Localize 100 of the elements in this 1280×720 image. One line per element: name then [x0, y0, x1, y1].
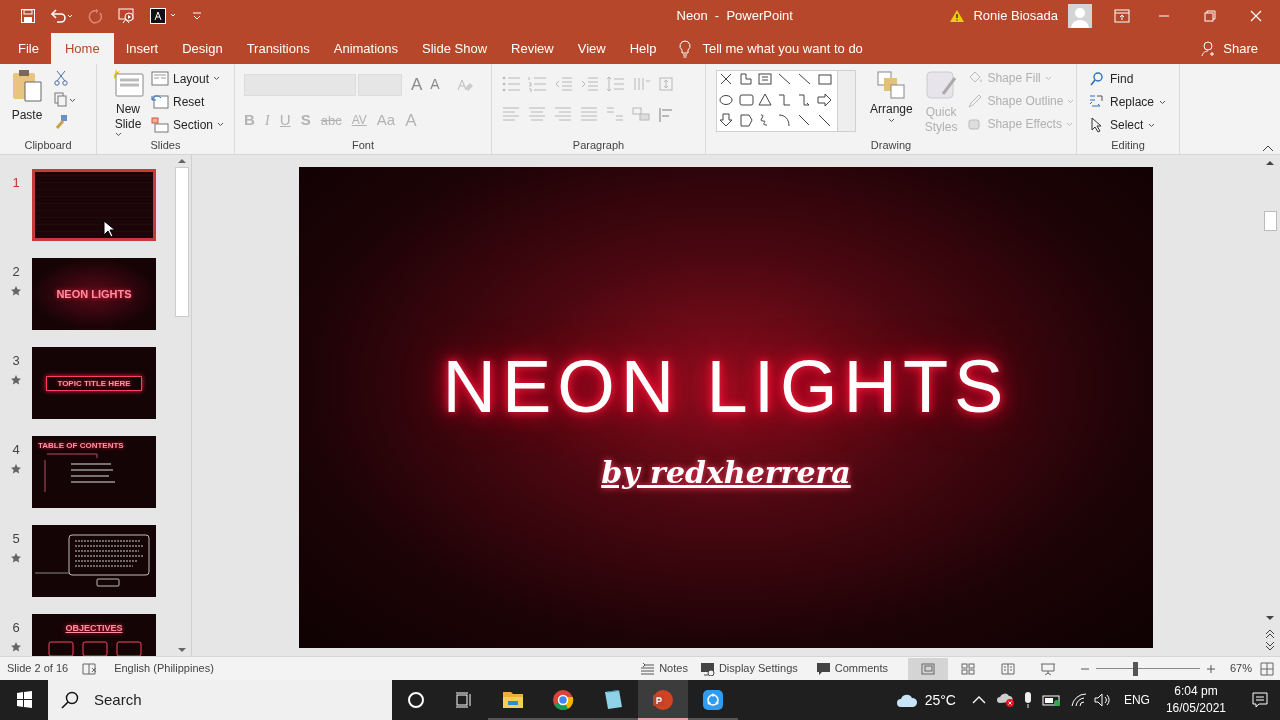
customize-icon[interactable]: [192, 11, 202, 21]
slide-number: 3: [12, 352, 20, 370]
ribbon-tab[interactable]: File: [6, 33, 51, 64]
paste-button[interactable]: Paste: [0, 68, 44, 124]
slider-thumb[interactable]: [1133, 661, 1139, 676]
ribbon-tab[interactable]: Help: [617, 33, 669, 64]
copy-icon[interactable]: [54, 92, 76, 108]
notes-button[interactable]: Notes: [640, 660, 688, 677]
caret-icon: [1159, 99, 1167, 105]
caret-icon: [217, 122, 225, 127]
slide-thumbnail[interactable]: [32, 169, 156, 241]
caret-icon: [1044, 75, 1052, 81]
language-indicator[interactable]: English (Philippines): [114, 660, 214, 677]
user-name[interactable]: Ronie Biosada: [973, 6, 1058, 26]
speaker-icon[interactable]: [1093, 693, 1112, 707]
format-painter-icon[interactable]: [54, 114, 68, 130]
ribbon-tab[interactable]: Review: [499, 33, 566, 64]
tell-me-search[interactable]: Tell me what you want to do: [702, 38, 863, 59]
editing-command[interactable]: Select: [1089, 116, 1167, 134]
caret-icon: [887, 118, 895, 123]
ribbon-tab[interactable]: Insert: [113, 33, 171, 64]
scroll-thumb[interactable]: [1263, 211, 1277, 231]
ribbon-tab[interactable]: Slide Show: [410, 33, 500, 64]
group-label: Paragraph: [572, 137, 625, 153]
ribbon-tab[interactable]: Design: [170, 33, 235, 64]
editing-command[interactable]: Find: [1089, 70, 1167, 88]
clock-time[interactable]: 6:04 pm: [1174, 683, 1218, 700]
paste-label: Paste: [11, 107, 43, 124]
comment-icon: [815, 661, 831, 676]
display-settings-button[interactable]: Display Settings: [699, 660, 798, 677]
group-label: Font: [352, 137, 374, 153]
notes-icon: [640, 661, 656, 676]
ribbon-tab[interactable]: Animations: [321, 33, 411, 64]
slide-icon: [112, 68, 144, 98]
zoom-level[interactable]: 67%: [1229, 660, 1252, 677]
cut-icon[interactable]: [54, 70, 68, 86]
slide-thumbnail[interactable]: TABLE OF CONTENTS: [32, 436, 156, 508]
zoom-slider[interactable]: [1095, 661, 1200, 676]
undo-icon[interactable]: [50, 8, 74, 24]
clock-date[interactable]: 16/05/2021: [1165, 700, 1226, 717]
spelling-icon[interactable]: [82, 661, 99, 676]
lightbulb-icon[interactable]: [678, 39, 693, 58]
slide-thumbnail[interactable]: TOPIC TITLE HERE: [32, 347, 156, 419]
collapse-ribbon-icon[interactable]: [1262, 144, 1274, 152]
shapes-gallery[interactable]: [716, 70, 856, 132]
monitor-icon: [699, 661, 715, 676]
caret-icon: [1067, 98, 1075, 104]
group-label: Slides: [150, 138, 181, 154]
font-color-icon[interactable]: [150, 8, 178, 24]
slide-thumbnail[interactable]: NEON LIGHTS: [32, 258, 156, 330]
search-icon: [60, 690, 80, 710]
slide-title: NEON LIGHTS: [442, 343, 1010, 430]
arrange-button[interactable]: Arrange: [870, 70, 913, 123]
next-slide-icon[interactable]: [1263, 640, 1277, 652]
thumbnail-title: TABLE OF CONTENTS: [38, 440, 124, 452]
new-slide-button[interactable]: New Slide: [97, 68, 149, 137]
battery-icon[interactable]: [1041, 693, 1062, 707]
slide-number: 4: [12, 441, 20, 459]
view-button[interactable]: [907, 657, 948, 680]
slides-command[interactable]: Section: [151, 115, 225, 134]
slides-command[interactable]: Reset: [151, 92, 225, 111]
share-button[interactable]: Share: [1201, 33, 1280, 64]
ribbon-tab[interactable]: View: [565, 33, 618, 64]
slide-thumbnail[interactable]: OBJECTIVES: [32, 614, 156, 656]
section-icon: [151, 116, 169, 133]
cloud-error-icon[interactable]: [995, 692, 1016, 708]
ribbon-tab[interactable]: Transitions: [234, 33, 322, 64]
warning-icon[interactable]: [949, 9, 966, 23]
comments-button[interactable]: Comments: [815, 660, 888, 677]
redo-icon[interactable]: [88, 8, 104, 24]
shrink-font-button[interactable]: A: [427, 74, 443, 96]
slide-number: 6: [12, 619, 20, 637]
brush-icon: [925, 70, 958, 102]
slides-command[interactable]: Layout: [151, 69, 225, 88]
zoom-in-icon[interactable]: [1205, 663, 1216, 674]
search-placeholder: Search: [94, 689, 142, 710]
scroll-thumb[interactable]: [175, 167, 189, 317]
replace-icon: [1089, 94, 1105, 110]
weather-temperature[interactable]: 25°C: [924, 689, 956, 711]
grow-font-button[interactable]: A: [408, 72, 426, 98]
caret-icon: [114, 132, 122, 137]
editing-command[interactable]: Replace: [1089, 93, 1167, 111]
close-icon[interactable]: [1250, 10, 1262, 22]
ribbon-display-icon[interactable]: [1114, 9, 1130, 23]
restore-icon[interactable]: [1204, 10, 1216, 22]
ribbon-tab[interactable]: Home: [50, 33, 114, 64]
taskbar-search-field[interactable]: Search: [48, 680, 392, 720]
slide-number: 2: [12, 263, 20, 281]
input-language[interactable]: ENG: [1123, 691, 1150, 709]
wifi-icon[interactable]: [1069, 693, 1088, 707]
cloud-icon[interactable]: [894, 692, 919, 708]
thumbnail-title: NEON LIGHTS: [56, 286, 132, 302]
taskbar-app[interactable]: [638, 680, 688, 720]
layout-icon: [151, 70, 169, 87]
fit-to-window-icon[interactable]: [1260, 661, 1274, 676]
thumbnail-title: OBJECTIVES: [65, 622, 123, 635]
save-icon[interactable]: [20, 8, 36, 24]
presentation-icon[interactable]: [118, 8, 136, 24]
chevron-up-icon[interactable]: [971, 695, 986, 705]
previous-slide-icon[interactable]: [1263, 628, 1277, 640]
